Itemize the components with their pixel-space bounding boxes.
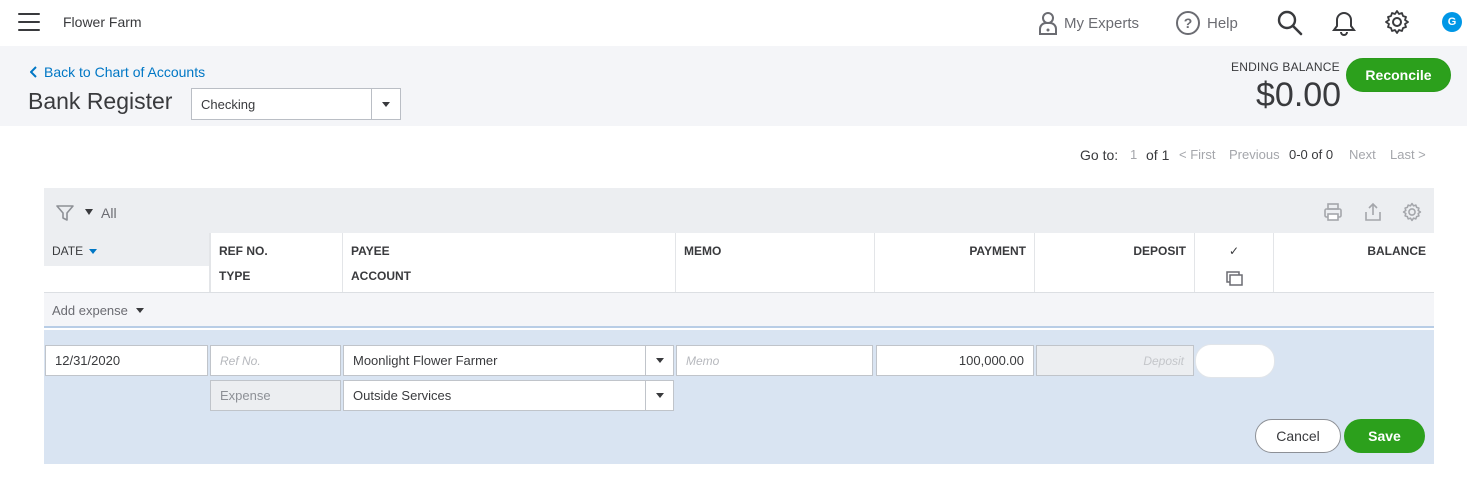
cancel-button[interactable]: Cancel	[1255, 419, 1341, 453]
register-table: All DATE REF NO. TYPE PAYEE ACCOUNT MEMO	[44, 188, 1434, 464]
column-date-label: DATE	[52, 244, 98, 258]
search-icon[interactable]	[1277, 10, 1303, 36]
caret-down-icon	[655, 358, 664, 363]
payee-select[interactable]: Moonlight Flower Farmer	[343, 345, 674, 376]
print-icon[interactable]	[1323, 202, 1343, 222]
save-button[interactable]: Save	[1344, 419, 1425, 453]
column-payee-account: PAYEE ACCOUNT	[343, 233, 676, 293]
column-payment: PAYMENT	[875, 233, 1035, 293]
column-payment-label: PAYMENT	[969, 244, 1026, 258]
register-toolbar: All	[44, 188, 1434, 233]
column-deposit: DEPOSIT	[1035, 233, 1195, 293]
ending-balance-value: $0.00	[1256, 76, 1342, 114]
help-button[interactable]: ? Help	[1175, 0, 1238, 46]
deposit-input[interactable]: Deposit	[1036, 345, 1194, 376]
avatar[interactable]: G	[1442, 12, 1462, 32]
sort-caret-icon	[89, 249, 98, 255]
back-to-chart-of-accounts-link[interactable]: Back to Chart of Accounts	[30, 64, 205, 80]
account-select-value: Checking	[201, 96, 256, 112]
payee-value: Moonlight Flower Farmer	[353, 353, 498, 368]
date-input[interactable]: 12/31/2020	[45, 345, 208, 376]
page-header: Back to Chart of Accounts Bank Register …	[0, 46, 1467, 126]
filter-caret-icon[interactable]	[85, 209, 93, 215]
add-expense-label: Add expense	[52, 303, 128, 318]
column-date[interactable]: DATE	[44, 233, 210, 293]
help-label: Help	[1207, 14, 1238, 32]
pager-range: 0-0 of 0	[1289, 147, 1334, 162]
back-link-label: Back to Chart of Accounts	[44, 64, 206, 80]
memo-input[interactable]: Memo	[676, 345, 873, 376]
filter-label[interactable]: All	[101, 205, 117, 221]
account-select-row[interactable]: Outside Services	[343, 380, 674, 411]
caret-down-icon	[135, 308, 144, 313]
ending-balance-label: ENDING BALANCE	[1231, 60, 1340, 74]
column-cleared: ✓	[1195, 233, 1274, 293]
payee-caret[interactable]	[645, 346, 673, 375]
pager-page-input[interactable]: 1	[1130, 147, 1137, 162]
pager-next-link[interactable]: Next	[1349, 147, 1376, 162]
person-icon	[1039, 12, 1057, 35]
ref-no-input[interactable]: Ref No.	[210, 345, 341, 376]
menu-icon[interactable]	[18, 13, 40, 31]
page-title: Bank Register	[28, 88, 173, 114]
pager-of-label: of 1	[1146, 147, 1170, 163]
pager-goto-label: Go to:	[1080, 147, 1119, 163]
reconcile-button[interactable]: Reconcile	[1346, 58, 1451, 92]
company-name: Flower Farm	[63, 14, 142, 30]
column-deposit-label: DEPOSIT	[1133, 244, 1186, 258]
account-select[interactable]: Checking	[191, 88, 401, 120]
add-expense-dropdown[interactable]: Add expense	[52, 303, 144, 318]
column-ref-type: REF NO. TYPE	[210, 233, 343, 293]
column-account-label: ACCOUNT	[351, 269, 411, 283]
caret-down-icon	[655, 393, 664, 398]
column-balance: BALANCE	[1274, 233, 1434, 293]
account-value: Outside Services	[353, 388, 452, 403]
account-caret[interactable]	[645, 381, 673, 410]
top-nav: Flower Farm My Experts ? Help G	[0, 0, 1467, 46]
pager-previous-link[interactable]: Previous	[1229, 147, 1280, 162]
copy-icon[interactable]	[1226, 271, 1244, 287]
table-settings-icon[interactable]	[1402, 202, 1422, 222]
gear-icon[interactable]	[1384, 9, 1410, 35]
column-balance-label: BALANCE	[1367, 244, 1426, 258]
export-icon[interactable]	[1363, 202, 1383, 222]
pager-first-link[interactable]: < First	[1179, 147, 1215, 162]
edit-transaction-row: 12/31/2020 Ref No. Moonlight Flower Farm…	[44, 330, 1434, 464]
payment-input[interactable]: 100,000.00	[876, 345, 1034, 376]
column-cleared-label: ✓	[1229, 244, 1240, 258]
svg-text:?: ?	[1184, 15, 1193, 31]
my-experts-label: My Experts	[1064, 14, 1140, 32]
caret-down-icon	[382, 101, 390, 107]
column-memo: MEMO	[676, 233, 875, 293]
column-memo-label: MEMO	[684, 244, 722, 258]
type-field: Expense	[210, 380, 341, 411]
my-experts-button[interactable]: My Experts	[1038, 0, 1139, 46]
account-select-caret[interactable]	[371, 89, 400, 119]
cleared-status-field[interactable]	[1195, 344, 1275, 378]
column-payee-label: PAYEE	[351, 244, 390, 258]
chevron-left-icon	[30, 66, 37, 78]
filter-icon[interactable]	[56, 204, 74, 222]
add-expense-row: Add expense	[44, 293, 1434, 328]
column-ref-no-label: REF NO.	[219, 244, 268, 258]
bell-icon[interactable]	[1332, 10, 1356, 36]
pager-last-link[interactable]: Last >	[1390, 147, 1426, 162]
help-icon: ?	[1176, 11, 1200, 35]
column-type-label: TYPE	[219, 269, 251, 283]
